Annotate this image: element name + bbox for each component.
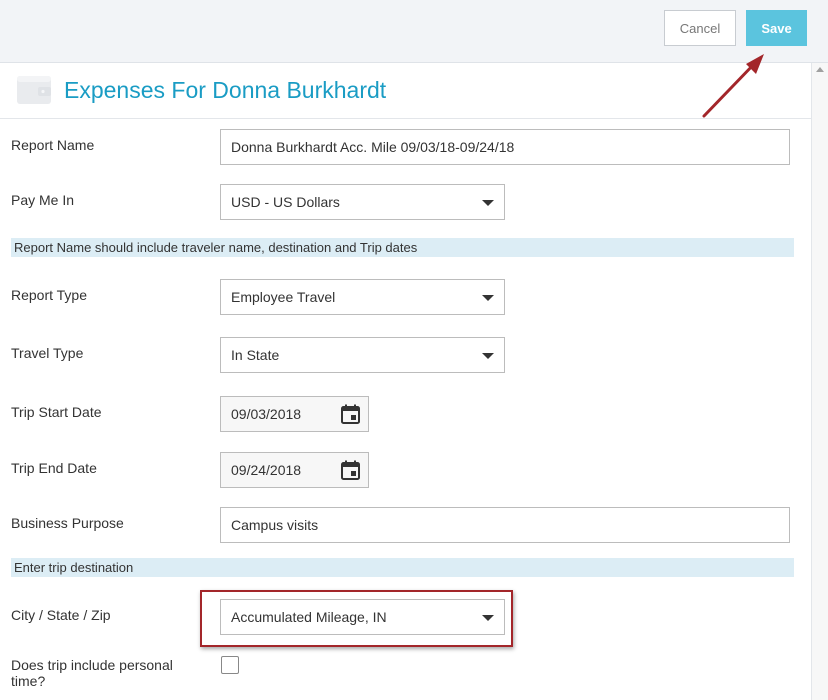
travel-type-select[interactable]: In State — [220, 337, 505, 373]
expense-form-panel: Expenses For Donna Burkhardt Report Name… — [0, 63, 812, 700]
pay-me-in-select[interactable]: USD - US Dollars — [220, 184, 505, 220]
trip-start-date-value: 09/03/2018 — [231, 406, 302, 422]
trip-end-date-label: Trip End Date — [11, 460, 97, 476]
city-state-zip-label: City / State / Zip — [11, 607, 111, 623]
city-state-zip-select[interactable]: Accumulated Mileage, IN — [220, 599, 505, 635]
trip-start-date-input[interactable]: 09/03/2018 — [220, 396, 369, 432]
report-type-label: Report Type — [11, 287, 88, 303]
travel-type-value: In State — [231, 347, 280, 363]
cancel-button[interactable]: Cancel — [664, 10, 736, 46]
destination-hint-banner: Enter trip destination — [11, 558, 794, 577]
travel-type-label: Travel Type — [11, 345, 84, 361]
pay-me-in-label: Pay Me In — [11, 192, 75, 208]
chevron-down-icon — [482, 353, 494, 359]
report-name-hint-banner: Report Name should include traveler name… — [11, 238, 794, 257]
scroll-up-icon[interactable] — [816, 67, 824, 72]
calendar-icon[interactable] — [341, 460, 360, 480]
report-type-value: Employee Travel — [231, 289, 336, 305]
page-header: Expenses For Donna Burkhardt — [0, 63, 812, 119]
vertical-scrollbar[interactable] — [812, 63, 828, 700]
trip-end-date-input[interactable]: 09/24/2018 — [220, 452, 369, 488]
personal-time-label-line1: Does trip include personal — [11, 657, 173, 673]
page-title: Expenses For Donna Burkhardt — [64, 77, 387, 103]
personal-time-checkbox[interactable] — [221, 656, 239, 674]
personal-time-label: Does trip include personal time? — [11, 657, 173, 689]
report-name-input[interactable]: Donna Burkhardt Acc. Mile 09/03/18-09/24… — [220, 129, 790, 165]
chevron-down-icon — [482, 200, 494, 206]
report-name-label: Report Name — [11, 137, 95, 153]
trip-end-date-value: 09/24/2018 — [231, 462, 302, 478]
city-state-zip-value: Accumulated Mileage, IN — [231, 609, 387, 625]
trip-start-date-label: Trip Start Date — [11, 404, 102, 420]
business-purpose-label: Business Purpose — [11, 515, 124, 531]
wallet-icon — [17, 76, 51, 104]
business-purpose-input[interactable]: Campus visits — [220, 507, 790, 543]
pay-me-in-value: USD - US Dollars — [231, 194, 340, 210]
chevron-down-icon — [482, 295, 494, 301]
annotation-arrow-icon — [702, 54, 764, 118]
chevron-down-icon — [482, 615, 494, 621]
personal-time-label-line2: time? — [11, 673, 46, 689]
calendar-icon[interactable] — [341, 404, 360, 424]
report-type-select[interactable]: Employee Travel — [220, 279, 505, 315]
save-button[interactable]: Save — [746, 10, 807, 46]
